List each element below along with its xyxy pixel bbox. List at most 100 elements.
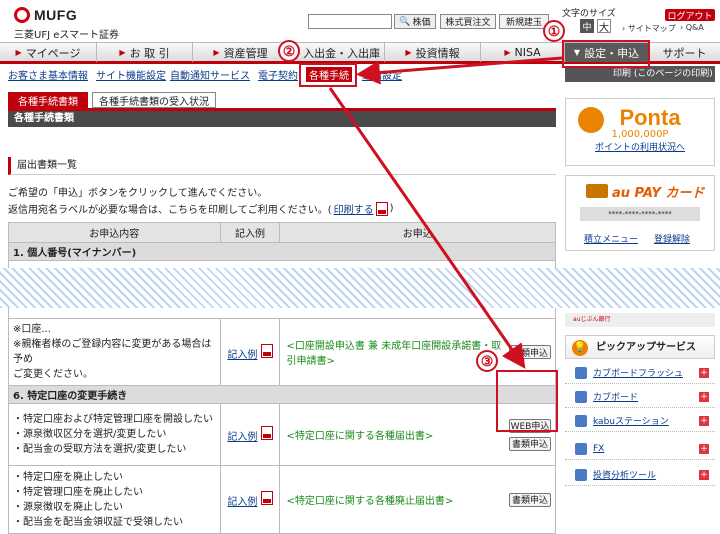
nav-trade[interactable]: ▶ お 取 引 — [96, 43, 192, 62]
expand-plus-icon[interactable]: + — [699, 391, 709, 402]
nav-arrow-icon: ▶ — [15, 48, 22, 57]
subnav-notify-settings[interactable]: 通知設定 — [362, 67, 402, 82]
tab-doc-status[interactable]: 各種手続書類の受入状況 — [92, 92, 216, 108]
nav-nisa[interactable]: ▶ NISA — [480, 43, 564, 62]
nav-arrow-icon: ▶ — [405, 48, 412, 57]
nav-support[interactable]: サポート — [648, 43, 720, 62]
expand-plus-icon[interactable]: + — [699, 367, 709, 378]
new-position-button[interactable]: 新規建玉 — [499, 14, 549, 29]
stock-search-label: 株価 — [412, 18, 431, 28]
brand-sub: 三菱UFJ eスマート証券 — [14, 30, 120, 41]
page-cut-separator — [0, 268, 720, 308]
print-page-button[interactable]: 印刷 (このページの印刷) — [565, 66, 715, 82]
aupay-card-icon — [586, 184, 608, 198]
table-row: ※口座... ※親権者様のご登録内容に変更がある場合は予め ご変更ください。 記… — [8, 318, 556, 386]
nav-label: 資産管理 — [223, 46, 268, 60]
text-size-big-button[interactable]: 大 — [597, 19, 611, 34]
pdf-icon — [260, 343, 273, 358]
service-label: 投資分析ツール — [593, 471, 657, 481]
sitemap-label: サイトマップ — [627, 24, 676, 33]
example-link[interactable]: 記入例 — [227, 432, 257, 443]
example-link[interactable]: 記入例 — [227, 350, 257, 361]
subnav-auto-notify[interactable]: 自動通知サービス — [170, 67, 250, 82]
service-label: FX — [593, 443, 605, 454]
aupay-title: au PAY カード — [612, 186, 705, 201]
logout-button[interactable]: ログアウト — [665, 9, 715, 22]
nav-label: サポート — [662, 46, 707, 60]
text-size-label: 文字のサイズ — [562, 9, 616, 19]
annotation-badge-2: ② — [278, 40, 300, 62]
brand-name: MUFG — [34, 7, 78, 23]
stock-search-button[interactable]: 🔍 株価 — [394, 14, 436, 29]
nav-assets[interactable]: ▶ 資産管理 — [192, 43, 288, 62]
service-item[interactable]: 投資分析ツール + — [565, 464, 715, 486]
nav-deposit[interactable]: ▶入出金・入出庫 — [288, 43, 384, 62]
service-item[interactable]: FX + — [565, 438, 715, 460]
nav-mypage[interactable]: ▶ マイページ — [0, 43, 96, 62]
accumulation-menu-link[interactable]: 積立メニュー — [584, 232, 638, 245]
mufg-logo: MUFG — [14, 7, 77, 23]
mufg-mark-icon — [14, 7, 30, 23]
qa-label: Q&A — [685, 23, 704, 32]
category-row: 1. 個人番号(マイナンバー) — [8, 242, 556, 261]
bank-strip[interactable]: auじぶん銀行 — [565, 313, 715, 327]
subnav-site-settings[interactable]: サイト機能設定 — [96, 67, 166, 82]
expand-plus-icon[interactable]: + — [699, 469, 709, 480]
row-description: ※口座... ※親権者様のご登録内容に変更がある場合は予め ご変更ください。 — [8, 318, 221, 386]
pdf-icon — [260, 426, 273, 440]
nav-arrow-icon: ▶ — [213, 48, 220, 57]
example-link[interactable]: 記入例 — [227, 497, 257, 508]
unregister-link[interactable]: 登録解除 — [654, 232, 690, 245]
col-header-apply: お申込 — [279, 222, 556, 243]
service-item[interactable]: kabuステーション + — [565, 410, 715, 432]
text-size-mid-button[interactable]: 中 — [580, 19, 594, 33]
subnav-basic-info[interactable]: お客さま基本情報 — [8, 67, 88, 82]
desc-line: ・源泉徴収区分を選択/変更したい — [13, 429, 167, 440]
table-row: ・特定口座および特定管理口座を開設したい ・源泉徴収区分を選択/変更したい ・配… — [8, 403, 556, 466]
desc-line: ・配当金の受取方法を選択/変更したい — [13, 444, 187, 455]
section-title: 各種手続書類 — [8, 111, 556, 127]
service-icon — [575, 468, 587, 481]
nav-info[interactable]: ▶ 投資情報 — [384, 43, 480, 62]
example-cell: 記入例 — [219, 403, 281, 466]
service-icon — [575, 414, 587, 427]
nav-arrow-icon: ▶ — [119, 48, 126, 57]
service-icon — [575, 390, 587, 403]
expand-plus-icon[interactable]: + — [699, 415, 709, 426]
expand-plus-icon[interactable]: + — [699, 443, 709, 454]
list-heading: 届出書類一覧 — [8, 157, 556, 175]
col-header-content: お申込内容 — [8, 222, 221, 243]
service-item[interactable]: カブボードフラッシュ + — [565, 362, 715, 384]
col-header-example: 記入例 — [219, 222, 281, 243]
aupay-card-number: ****-****-****-**** — [580, 207, 700, 221]
sitemap-link[interactable]: › サイトマップ — [622, 23, 676, 34]
tab-procedure-docs[interactable]: 各種手続書類 — [8, 92, 88, 108]
instruction-line1: ご希望の「申込」ボタンをクリックして進んでください。 — [8, 188, 268, 199]
annotation-badge-3: ③ — [476, 350, 498, 372]
service-item[interactable]: カブボード + — [565, 386, 715, 408]
desc-line: ・特定管理口座を廃止したい — [13, 486, 143, 498]
qa-link[interactable]: › Q&A — [680, 23, 704, 32]
pickup-title: ピックアップサービス — [596, 342, 696, 353]
service-label: カブボードフラッシュ — [593, 369, 684, 379]
category-specific-account: 6. 特定口座の変更手続き — [8, 385, 556, 404]
service-label: カブボード — [593, 393, 639, 403]
ponta-usage-link[interactable]: ポイントの利用状況へ — [566, 140, 714, 153]
category-mynumber: 1. 個人番号(マイナンバー) — [8, 242, 556, 261]
search-input[interactable] — [308, 14, 392, 29]
doc-apply-button[interactable]: 書類申込 — [509, 436, 551, 451]
example-cell: 記入例 — [219, 318, 281, 386]
form-name: <特定口座に関する各種届出書> — [286, 431, 434, 442]
ponta-box: Ponta 1,000,000P ポイントの利用状況へ — [565, 98, 715, 166]
subnav-e-contract[interactable]: 電子契約 — [258, 67, 298, 82]
print-label-link[interactable]: 印刷する — [334, 201, 374, 216]
row-description: ・特定口座および特定管理口座を開設したい ・源泉徴収区分を選択/変更したい ・配… — [8, 403, 221, 466]
buy-order-button[interactable]: 株式買注文 — [440, 14, 496, 29]
doc-apply-button[interactable]: 書類申込 — [509, 345, 551, 359]
desc-line: ・特定口座および特定管理口座を開設したい — [13, 414, 213, 425]
desc-line: ・源泉徴収を廃止したい — [13, 501, 123, 513]
pdf-icon — [260, 491, 273, 505]
ponta-raccoon-icon — [578, 107, 604, 133]
table-header-row: お申込内容 記入例 お申込 — [8, 222, 556, 243]
instruction-text-end: ) — [389, 203, 394, 214]
